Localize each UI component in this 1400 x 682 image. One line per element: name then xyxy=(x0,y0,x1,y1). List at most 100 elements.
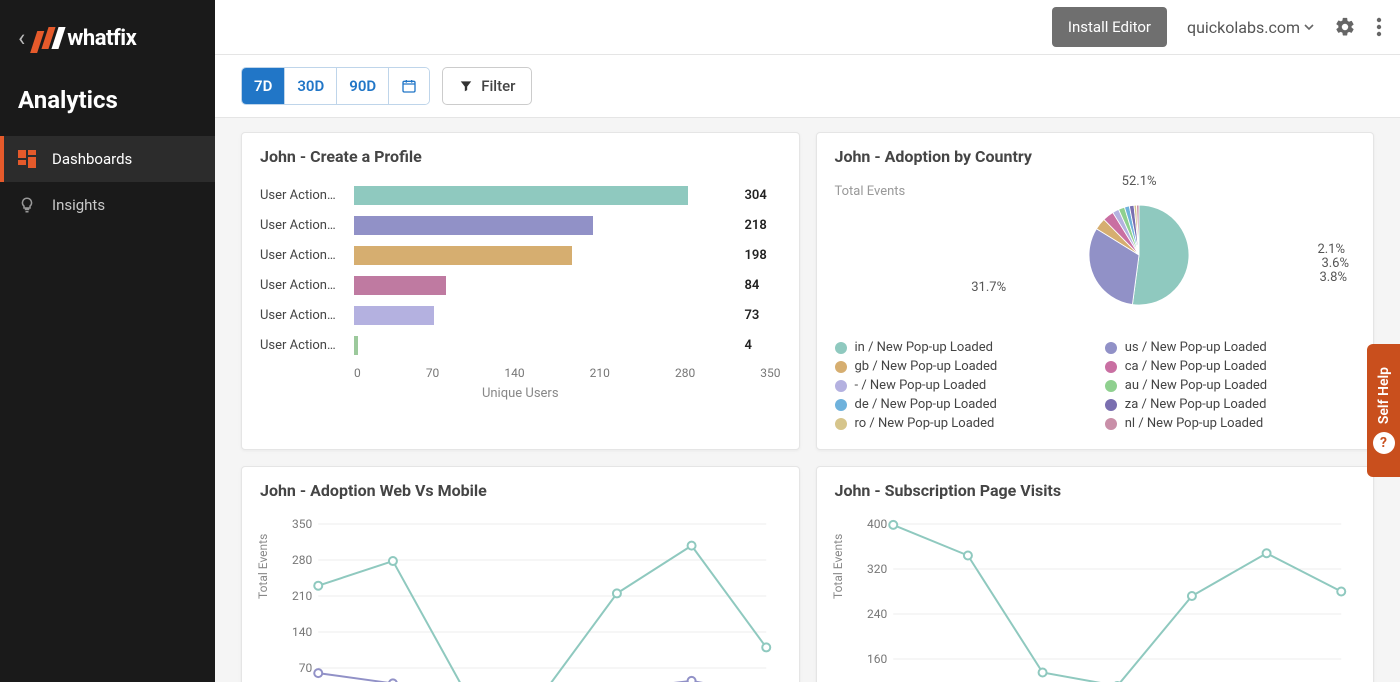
bar-row: User Action… 198 xyxy=(260,240,781,270)
swatch-icon xyxy=(1105,380,1117,392)
back-icon[interactable]: ‹ xyxy=(18,24,25,52)
bar-x-axis: 070140210280350 xyxy=(260,360,781,380)
legend-item: in / New Pop-up Loaded xyxy=(835,340,1085,355)
self-help-tab[interactable]: Self Help ? xyxy=(1367,344,1400,477)
bar-value: 198 xyxy=(745,248,781,263)
card-title: John - Subscription Page Visits xyxy=(835,481,1356,500)
range-90d-button[interactable]: 90D xyxy=(337,68,389,104)
line-chart: 40032024016080 xyxy=(847,514,1356,682)
bar-track xyxy=(354,246,739,265)
bar-label: User Action… xyxy=(260,308,348,323)
calendar-icon xyxy=(401,78,417,94)
legend-item: us / New Pop-up Loaded xyxy=(1105,340,1355,355)
bar-label: User Action… xyxy=(260,188,348,203)
swatch-icon xyxy=(835,399,847,411)
legend-label: au / New Pop-up Loaded xyxy=(1125,378,1267,393)
line-chart: 350280210140700 xyxy=(272,514,781,682)
card-title: John - Adoption Web Vs Mobile xyxy=(260,481,781,500)
legend-item: au / New Pop-up Loaded xyxy=(1105,378,1355,393)
date-range-segment: 7D 30D 90D xyxy=(241,67,430,105)
svg-text:240: 240 xyxy=(867,607,887,621)
bar-value: 304 xyxy=(745,188,781,203)
bar-track xyxy=(354,216,739,235)
pie-legend: in / New Pop-up Loaded us / New Pop-up Lo… xyxy=(835,340,1356,431)
swatch-icon xyxy=(1105,418,1117,430)
filters-row: 7D 30D 90D Filter xyxy=(215,55,1400,118)
bar-label: User Action… xyxy=(260,218,348,233)
svg-text:350: 350 xyxy=(292,517,312,531)
funnel-icon xyxy=(459,79,473,93)
svg-text:140: 140 xyxy=(292,625,312,639)
card-create-profile: John - Create a Profile User Action… 304 U… xyxy=(241,132,800,450)
pie-callout: 52.1% xyxy=(1122,174,1157,189)
kebab-menu-icon[interactable] xyxy=(1376,16,1382,38)
legend-label: nl / New Pop-up Loaded xyxy=(1125,416,1263,431)
content-area: John - Create a Profile User Action… 304 U… xyxy=(215,118,1400,682)
card-web-vs-mobile: John - Adoption Web Vs Mobile Total Even… xyxy=(241,466,800,682)
pie-callout: 2.1% xyxy=(1317,242,1345,257)
bar-row: User Action… 4 xyxy=(260,330,781,360)
pie-callout: 3.6% xyxy=(1321,256,1349,271)
card-title: John - Create a Profile xyxy=(260,147,781,166)
bar-chart: User Action…304User Action…218User Actio… xyxy=(260,180,781,360)
filter-label: Filter xyxy=(481,77,515,95)
bar-track xyxy=(354,276,739,295)
self-help-label: Self Help xyxy=(1376,367,1392,424)
legend-label: de / New Pop-up Loaded xyxy=(855,397,997,412)
range-7d-button[interactable]: 7D xyxy=(242,68,285,104)
range-30d-button[interactable]: 30D xyxy=(285,68,337,104)
bar-track xyxy=(354,336,739,355)
svg-text:320: 320 xyxy=(867,562,887,576)
legend-label: us / New Pop-up Loaded xyxy=(1125,340,1267,355)
pie-chart: 52.1% 2.1% 3.6% 3.8% 31.7% xyxy=(923,180,1355,330)
svg-text:400: 400 xyxy=(867,517,887,531)
legend-item: ro / New Pop-up Loaded xyxy=(835,416,1085,431)
dashboard-icon xyxy=(18,150,36,168)
swatch-icon xyxy=(1105,399,1117,411)
legend-label: za / New Pop-up Loaded xyxy=(1125,397,1267,412)
bar-value: 4 xyxy=(745,338,781,353)
bar-label: User Action… xyxy=(260,338,348,353)
legend-item: - / New Pop-up Loaded xyxy=(835,378,1085,393)
gear-icon[interactable] xyxy=(1334,16,1356,38)
sidebar-item-dashboards[interactable]: Dashboards xyxy=(0,136,215,182)
legend-item: gb / New Pop-up Loaded xyxy=(835,359,1085,374)
brand-name: whatfix xyxy=(67,26,136,51)
swatch-icon xyxy=(835,418,847,430)
card-title: John - Adoption by Country xyxy=(835,147,1356,166)
legend-item: za / New Pop-up Loaded xyxy=(1105,397,1355,412)
svg-text:210: 210 xyxy=(292,589,312,603)
insights-icon xyxy=(18,196,36,214)
legend-label: - / New Pop-up Loaded xyxy=(855,378,987,393)
section-title: Analytics xyxy=(0,74,215,136)
bar-row: User Action… 73 xyxy=(260,300,781,330)
pie-callout: 3.8% xyxy=(1319,270,1347,285)
bar-value: 73 xyxy=(745,308,781,323)
total-events-label: Total Events xyxy=(835,184,906,199)
svg-text:70: 70 xyxy=(299,661,313,675)
topbar: Install Editor quickolabs.com xyxy=(215,0,1400,55)
chevron-down-icon xyxy=(1304,22,1314,32)
sidebar-item-label: Insights xyxy=(52,196,105,214)
sidebar-item-label: Dashboards xyxy=(52,150,132,168)
bar-value: 218 xyxy=(745,218,781,233)
domain-label: quickolabs.com xyxy=(1187,18,1300,37)
svg-text:160: 160 xyxy=(867,652,887,666)
legend-label: ca / New Pop-up Loaded xyxy=(1125,359,1267,374)
swatch-icon xyxy=(1105,361,1117,373)
bar-label: User Action… xyxy=(260,248,348,263)
y-axis-title: Total Events xyxy=(256,534,270,599)
swatch-icon xyxy=(835,361,847,373)
svg-text:280: 280 xyxy=(292,553,312,567)
card-subscription-visits: John - Subscription Page Visits Total Ev… xyxy=(816,466,1375,682)
swatch-icon xyxy=(1105,342,1117,354)
range-calendar-button[interactable] xyxy=(389,68,429,104)
install-editor-button[interactable]: Install Editor xyxy=(1052,7,1167,47)
sidebar-item-insights[interactable]: Insights xyxy=(0,182,215,228)
bar-row: User Action… 218 xyxy=(260,210,781,240)
bar-x-title: Unique Users xyxy=(260,386,781,401)
domain-dropdown[interactable]: quickolabs.com xyxy=(1187,18,1314,37)
filter-button[interactable]: Filter xyxy=(442,67,532,105)
bar-label: User Action… xyxy=(260,278,348,293)
swatch-icon xyxy=(835,342,847,354)
